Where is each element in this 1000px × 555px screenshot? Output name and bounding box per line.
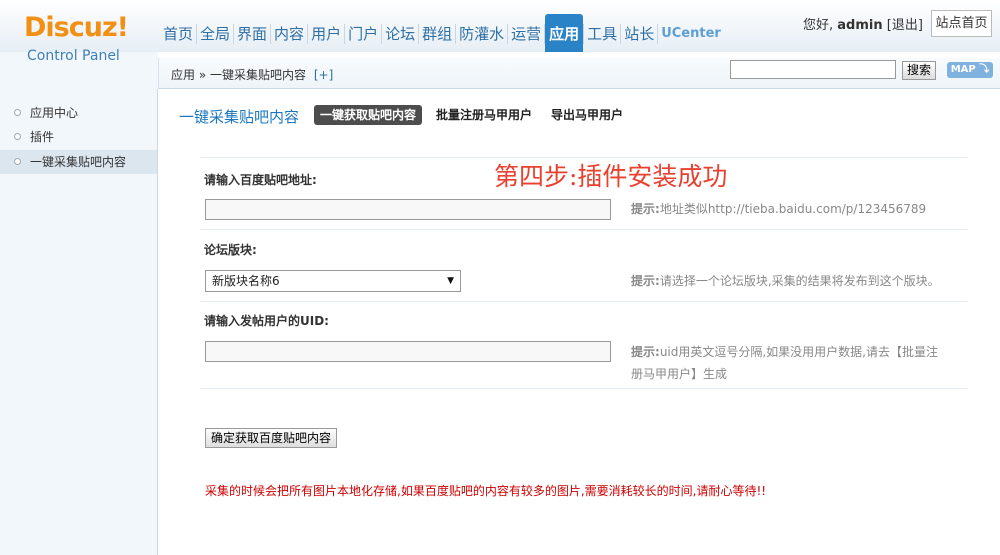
submit-button[interactable]: 确定获取百度贴吧内容 <box>205 428 338 448</box>
tip-text: 地址类似http://tieba.baidu.com/p/123456789 <box>659 202 927 216</box>
divider <box>200 157 968 158</box>
site-home-button[interactable]: 站点首页 <box>931 10 992 37</box>
nav-style[interactable]: 界面 <box>234 14 270 52</box>
divider <box>200 301 968 302</box>
nav-tools[interactable]: 工具 <box>584 14 620 52</box>
breadcrumb-bar: 应用 » 一键采集贴吧内容 [+] 搜索 MAP ⤵ <box>158 58 1000 89</box>
nav-home[interactable]: 首页 <box>160 14 196 52</box>
user-info: 您好, admin [退出] <box>803 14 923 33</box>
sub-header: Control Panel 应用 » 一键采集贴吧内容 [+] 搜索 MAP ⤵ <box>0 48 1000 89</box>
tip-text: uid用英文逗号分隔,如果没用用户数据,请去【批量注 <box>659 345 938 359</box>
bullet-icon <box>14 133 21 140</box>
search-button[interactable]: 搜索 <box>902 61 936 80</box>
poster-uid-tip: 提示:uid用英文逗号分隔,如果没用用户数据,请去【批量注册马甲用户】生成 <box>631 341 938 385</box>
logout-link[interactable]: [退出] <box>887 18 923 33</box>
nav-global[interactable]: 全局 <box>197 14 233 52</box>
sub-header-left: Control Panel <box>0 48 158 89</box>
tip-prefix: 提示: <box>631 345 660 359</box>
breadcrumb: 应用 » 一键采集贴吧内容 [+] <box>171 66 333 83</box>
nav-content[interactable]: 内容 <box>271 14 307 52</box>
breadcrumb-page: 一键采集贴吧内容 <box>210 68 307 82</box>
tip-prefix: 提示: <box>631 202 660 216</box>
tab-export-users[interactable]: 导出马甲用户 <box>545 105 629 125</box>
sidebar-item-label: 应用中心 <box>30 106 79 120</box>
tip-text: 请选择一个论坛版块,采集的结果将发布到这个版块。 <box>659 274 940 288</box>
sidebar-item-label: 插件 <box>30 130 55 144</box>
tieba-url-label: 请输入百度贴吧地址: <box>204 173 317 187</box>
sidebar-item-label: 一键采集贴吧内容 <box>30 155 127 169</box>
nav-founder[interactable]: 站长 <box>621 14 657 52</box>
forum-board-tip: 提示:请选择一个论坛版块,采集的结果将发布到这个版块。 <box>631 270 940 292</box>
warning-text: 采集的时候会把所有图片本地化存储,如果百度贴吧的内容有较多的图片,需要消耗较长的… <box>205 484 767 498</box>
poster-uid-input[interactable] <box>205 341 611 362</box>
bullet-icon <box>14 109 21 116</box>
main-nav: 首页 全局 界面 内容 用户 门户 论坛 群组 防灌水 运营 应用 工具 站长 … <box>160 14 724 52</box>
nav-portal[interactable]: 门户 <box>345 14 381 52</box>
sidebar-item-app-center[interactable]: 应用中心 <box>0 101 157 125</box>
tip-text-continued: 册马甲用户】生成 <box>631 367 728 381</box>
logo-brand: Discuz! <box>24 12 129 43</box>
tip-prefix: 提示: <box>631 274 660 288</box>
logo-subtitle: Control Panel <box>27 48 120 64</box>
bullet-icon <box>14 158 21 165</box>
divider <box>200 388 968 389</box>
nav-apps[interactable]: 应用 <box>545 14 584 52</box>
header: Discuz! 首页 全局 界面 内容 用户 门户 论坛 群组 防灌水 运营 应… <box>0 0 1000 52</box>
sidebar: 应用中心 插件 一键采集贴吧内容 <box>0 89 158 555</box>
forum-board-select[interactable]: 新版块名称6 ▼ <box>205 270 461 292</box>
nav-forum[interactable]: 论坛 <box>382 14 418 52</box>
sidebar-item-tieba-collect[interactable]: 一键采集贴吧内容 <box>0 150 157 174</box>
add-shortcut-link[interactable]: [+] <box>314 68 333 82</box>
tab-batch-register[interactable]: 批量注册马甲用户 <box>430 105 538 125</box>
dropdown-arrow-icon: ▼ <box>447 276 454 286</box>
forum-board-label: 论坛版块: <box>204 243 257 257</box>
nav-antispam[interactable]: 防灌水 <box>456 14 507 52</box>
map-label: MAP <box>950 64 976 75</box>
poster-uid-label: 请输入发帖用户的UID: <box>204 314 329 328</box>
arrow-down-icon: ⤵ <box>979 64 990 75</box>
greeting: 您好, <box>803 18 834 33</box>
username: admin <box>837 18 883 33</box>
search-input[interactable] <box>730 60 896 79</box>
tieba-url-tip: 提示:地址类似http://tieba.baidu.com/p/12345678… <box>631 198 926 220</box>
page-title: 一键采集贴吧内容 <box>179 108 300 126</box>
nav-ucenter[interactable]: UCenter <box>658 14 724 52</box>
breadcrumb-separator: » <box>198 68 207 82</box>
nav-user[interactable]: 用户 <box>308 14 344 52</box>
breadcrumb-section[interactable]: 应用 <box>171 68 195 82</box>
nav-operation[interactable]: 运营 <box>508 14 544 52</box>
step-annotation: 第四步:插件安装成功 <box>494 162 728 191</box>
tab-fetch-tieba[interactable]: 一键获取贴吧内容 <box>314 105 423 125</box>
sidebar-item-plugins[interactable]: 插件 <box>0 125 157 149</box>
map-button[interactable]: MAP ⤵ <box>947 62 993 78</box>
divider <box>200 229 968 230</box>
tieba-url-input[interactable] <box>205 199 611 220</box>
main-content: 一键采集贴吧内容 一键获取贴吧内容 批量注册马甲用户 导出马甲用户 第四步:插件… <box>159 89 1000 555</box>
nav-group[interactable]: 群组 <box>419 14 455 52</box>
forum-board-selected: 新版块名称6 <box>212 274 280 288</box>
logo[interactable]: Discuz! <box>0 0 158 52</box>
